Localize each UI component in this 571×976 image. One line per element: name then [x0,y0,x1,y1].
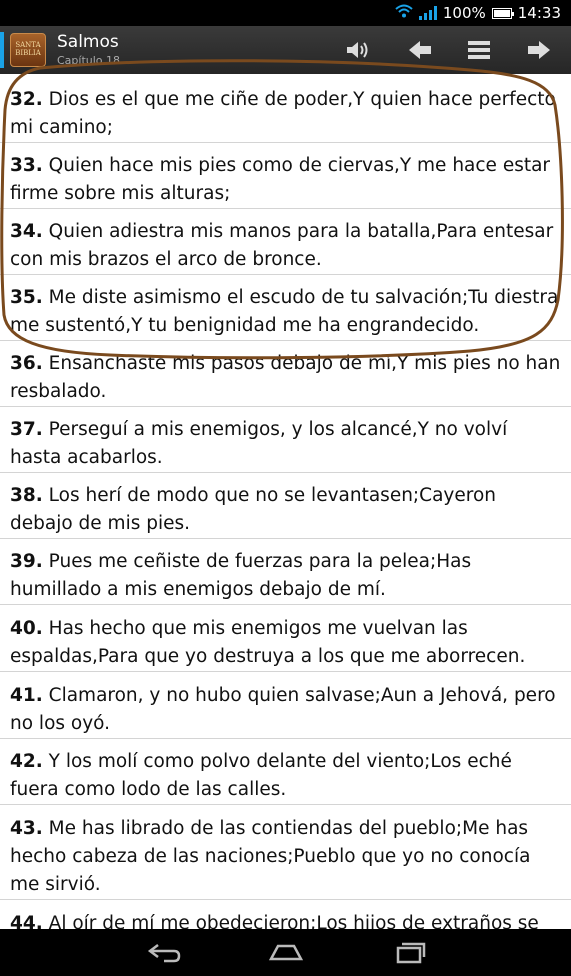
arrow-right-icon[interactable] [522,36,556,64]
verse-item[interactable]: 38. Los herí de modo que no se levantase… [0,482,571,539]
verse-number: 41. [10,685,43,706]
speaker-icon[interactable] [340,36,374,64]
verse-item[interactable]: 41. Clamaron, y no hubo quien salvase;Au… [0,682,571,739]
verse-text: Quien hace mis pies como de ciervas,Y me… [10,155,551,204]
home-icon[interactable] [264,937,308,967]
verse-text: Me diste asimismo el escudo de tu salvac… [10,287,559,336]
verse-text: Has hecho que mis enemigos me vuelvan la… [10,618,526,667]
verse-number: 36. [10,353,43,374]
verse-number: 40. [10,618,43,639]
verse-item[interactable]: 37. Perseguí a mis enemigos, y los alcan… [0,416,571,473]
verse-text: Y los molí como polvo delante del viento… [10,751,512,800]
verse-text: Quien adiestra mis manos para la batalla… [10,221,554,270]
drawer-indicator[interactable] [0,32,4,68]
verse-item[interactable]: 32. Dios es el que me ciñe de poder,Y qu… [0,86,571,143]
signal-icon [418,6,437,20]
verse-number: 33. [10,155,43,176]
verse-text: Los herí de modo que no se levantasen;Ca… [10,485,496,534]
verse-text: Ensanchaste mis pasos debajo de mí,Y mis… [10,353,561,402]
book-title: Salmos [57,32,119,52]
recent-apps-icon[interactable] [388,937,432,967]
app-bar: SANTA BIBLIA Salmos Capítulo 18 [0,26,571,74]
verse-item[interactable]: 34. Quien adiestra mis manos para la bat… [0,218,571,275]
verse-item[interactable]: 36. Ensanchaste mis pasos debajo de mí,Y… [0,350,571,407]
bible-app-icon[interactable]: SANTA BIBLIA [10,33,46,67]
clock: 14:33 [517,4,561,22]
battery-icon [491,7,514,19]
menu-icon[interactable] [462,36,496,64]
verse-list[interactable]: 32. Dios es el que me ciñe de poder,Y qu… [0,74,571,929]
verse-item[interactable]: 42. Y los molí como polvo delante del vi… [0,748,571,805]
verse-item[interactable]: 43. Me has librado de las contiendas del… [0,815,571,900]
verse-text: Al oír de mí me obedecieron;Los hijos de… [48,913,539,929]
verse-text: Me has librado de las contiendas del pue… [10,818,531,895]
verse-number: 39. [10,551,43,572]
verse-number: 43. [10,818,43,839]
navigation-bar [0,929,571,976]
verse-number: 44. [10,913,43,929]
arrow-left-icon[interactable] [403,36,437,64]
verse-item[interactable]: 44. Al oír de mí me obedecieron;Los hijo… [0,910,571,929]
chapter-subtitle: Capítulo 18 [57,54,121,67]
verse-item[interactable]: 33. Quien hace mis pies como de ciervas,… [0,152,571,209]
verse-item[interactable]: 39. Pues me ceñiste de fuerzas para la p… [0,548,571,605]
verse-item[interactable]: 35. Me diste asimismo el escudo de tu sa… [0,284,571,341]
verse-text: Pues me ceñiste de fuerzas para la pelea… [10,551,472,600]
verse-text: Dios es el que me ciñe de poder,Y quien … [10,89,556,138]
verse-number: 37. [10,419,43,440]
back-icon[interactable] [142,937,186,967]
status-bar: 100% 14:33 [0,0,571,26]
verse-number: 38. [10,485,43,506]
verse-item[interactable]: 40. Has hecho que mis enemigos me vuelva… [0,615,571,672]
verse-number: 35. [10,287,43,308]
battery-percent: 100% [442,4,486,22]
verse-text: Perseguí a mis enemigos, y los alcancé,Y… [10,419,508,468]
verse-number: 34. [10,221,43,242]
verse-number: 32. [10,89,43,110]
verse-number: 42. [10,751,43,772]
wifi-icon [395,4,413,22]
verse-text: Clamaron, y no hubo quien salvase;Aun a … [10,685,556,734]
